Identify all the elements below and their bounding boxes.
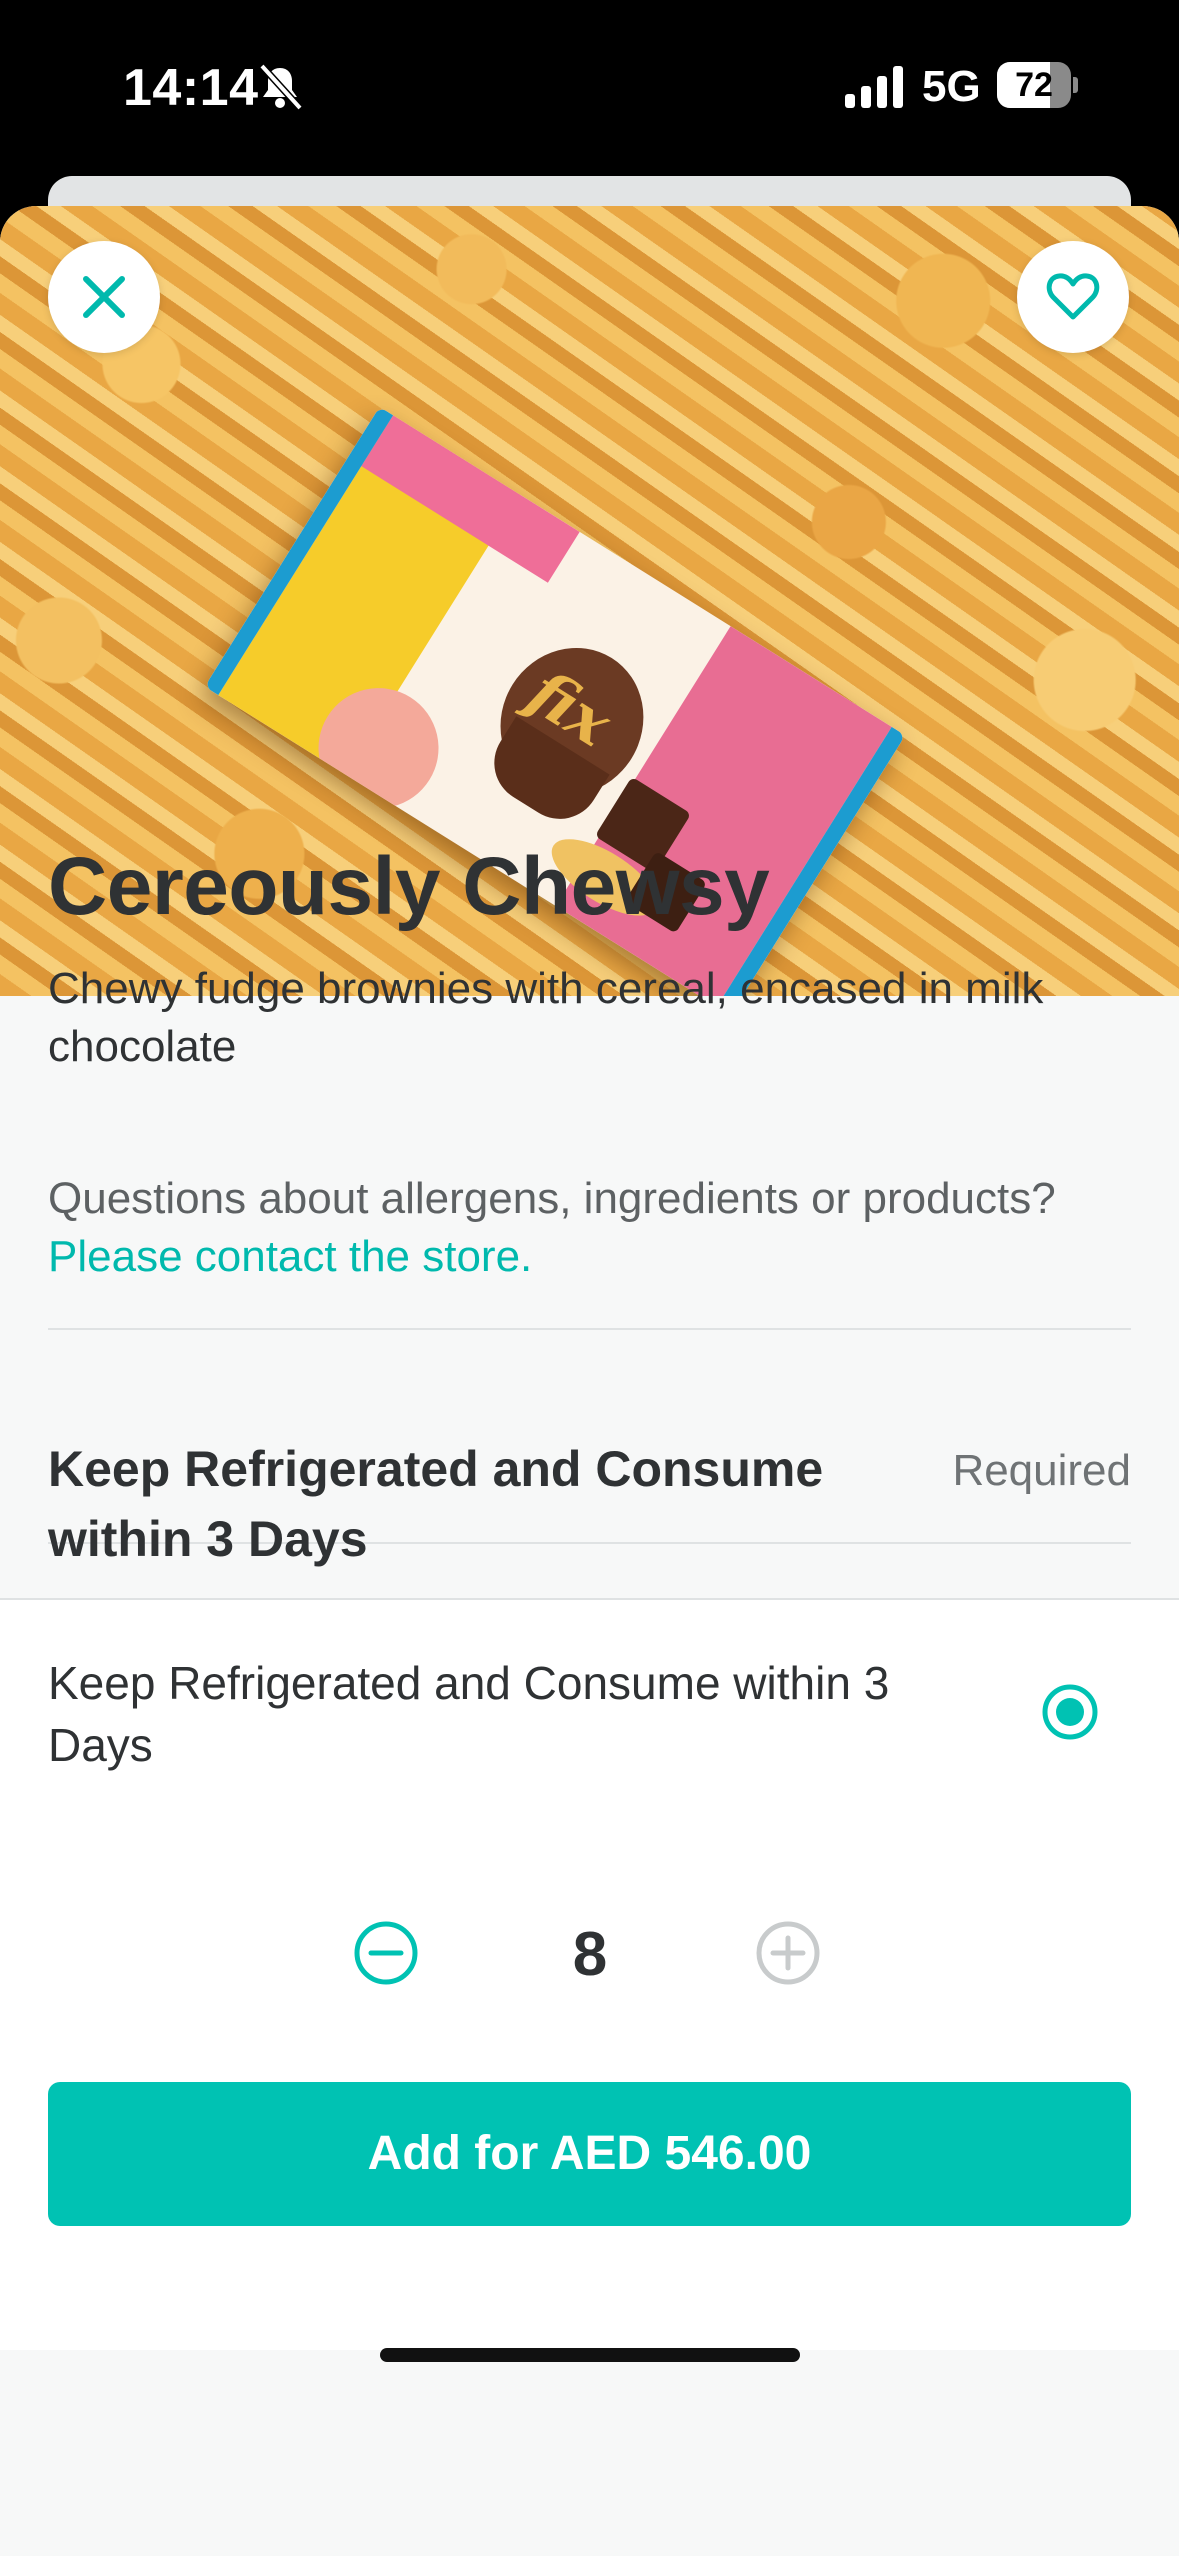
radio-selected-icon[interactable]	[1040, 1682, 1100, 1742]
battery-percent: 72	[1015, 66, 1053, 104]
product-description: Chewy fudge brownies with cereal, encase…	[48, 964, 1044, 1071]
close-icon	[83, 276, 125, 318]
add-to-cart-panel: 8 Add for AED 546.00	[0, 1820, 1179, 2350]
network-label: 5G	[922, 62, 981, 111]
divider	[48, 1328, 1131, 1330]
required-badge: Required	[952, 1446, 1131, 1495]
quantity-value: 8	[572, 1920, 608, 1989]
heart-icon	[1046, 273, 1100, 320]
minus-icon[interactable]	[353, 1920, 419, 1986]
close-button[interactable]	[48, 241, 160, 353]
add-to-cart-button[interactable]: Add for AED 546.00	[48, 2082, 1131, 2226]
option-row[interactable]: Keep Refrigerated and Consume within 3 D…	[0, 1600, 1179, 1820]
home-indicator	[380, 2348, 800, 2362]
option-label: Keep Refrigerated and Consume within 3 D…	[48, 1657, 890, 1771]
signal-icon	[845, 66, 903, 108]
bell-slash-icon	[259, 63, 303, 111]
option-group-title: Keep Refrigerated and Consume within 3 D…	[48, 1441, 824, 1567]
plus-icon[interactable]	[755, 1920, 821, 1986]
allergen-question: Questions about allergens, ingredients o…	[48, 1174, 1056, 1223]
status-bar: 14:14 5G 72	[0, 0, 1179, 178]
product-title: Cereously Chewsy	[48, 841, 770, 932]
status-time: 14:14	[123, 59, 259, 117]
battery-icon: 72	[997, 62, 1078, 108]
contact-store-link[interactable]: Please contact the store.	[48, 1228, 532, 1286]
favorite-button[interactable]	[1017, 241, 1129, 353]
